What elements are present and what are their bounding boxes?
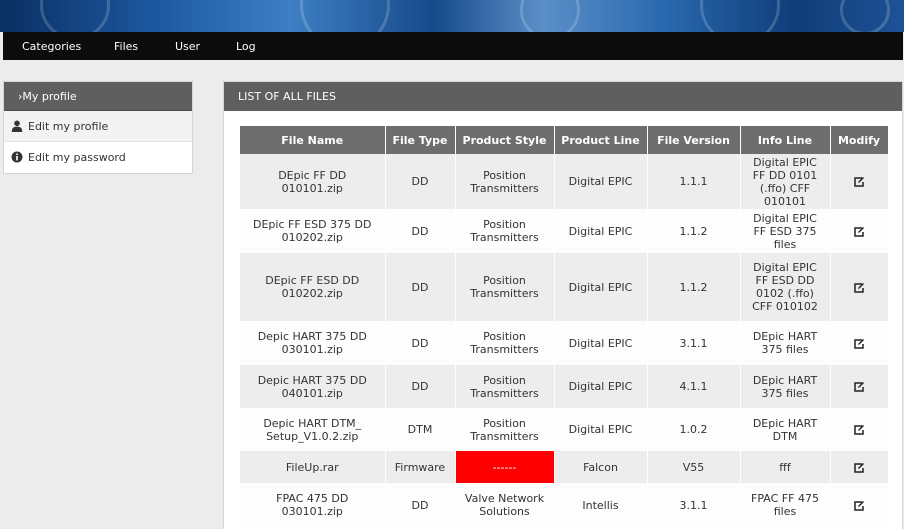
- cell-info-line: DEpic HART DTM: [740, 408, 831, 451]
- sidebar-header: ›My profile: [4, 82, 192, 111]
- table-row: DEpic FF ESD 375 DD 010202.zip DD Positi…: [240, 209, 889, 253]
- column-header-info-line[interactable]: Info Line: [740, 126, 831, 154]
- nav-user[interactable]: User: [175, 32, 200, 60]
- cell-file-name: DEpic FF DD 010101.zip: [240, 154, 386, 209]
- sidebar-item-label: Edit my password: [28, 151, 126, 164]
- edit-icon[interactable]: [853, 462, 865, 474]
- cell-file-type: DD: [385, 253, 456, 321]
- cell-file-name: Depic HART 375 DD 040101.zip: [240, 365, 386, 408]
- cell-file-name: FileUp.rar: [240, 451, 386, 483]
- cell-file-version: 3.1.1: [647, 321, 741, 365]
- edit-icon[interactable]: [853, 338, 865, 350]
- cell-file-name: DEpic FF ESD DD 010202.zip: [240, 253, 386, 321]
- cell-product-line: Digital EPIC: [554, 321, 648, 365]
- cell-product-line: Intellis: [554, 483, 648, 527]
- cell-modify: [830, 483, 889, 527]
- cell-product-style: Position Transmitters: [455, 209, 555, 253]
- cell-info-line: Digital EPIC FF ESD DD 0102 (.ffo) CFF 0…: [740, 253, 831, 321]
- cell-product-style: Position Transmitters: [455, 154, 555, 209]
- edit-icon[interactable]: [853, 226, 865, 238]
- table-row: Depic HART 375 DD 040101.zip DD Position…: [240, 365, 889, 408]
- cell-file-version: 4.1.1: [647, 365, 741, 408]
- cell-modify: [830, 451, 889, 483]
- top-navbar: Categories Files User Log: [3, 32, 903, 60]
- header-banner: [0, 0, 904, 32]
- cell-product-line: Digital EPIC: [554, 365, 648, 408]
- cell-info-line: DEpic HART 375 files: [740, 321, 831, 365]
- cell-file-name: FPAC 475 DD 030101.zip: [240, 483, 386, 527]
- cell-file-version: 1.1.2: [647, 209, 741, 253]
- cell-product-line: Falcon: [554, 451, 648, 483]
- cell-file-version: V55: [647, 451, 741, 483]
- nav-files[interactable]: Files: [114, 32, 138, 60]
- cell-file-type: DTM: [385, 408, 456, 451]
- cell-file-version: 1.1.2: [647, 253, 741, 321]
- cell-file-type: DD: [385, 321, 456, 365]
- table-row: DEpic FF DD 010101.zip DD Position Trans…: [240, 154, 889, 209]
- cell-file-name: Depic HART 375 DD 030101.zip: [240, 321, 386, 365]
- cell-info-line: DEpic HART 375 files: [740, 365, 831, 408]
- cell-product-line: Digital EPIC: [554, 154, 648, 209]
- table-row: Depic HART DTM_ Setup_V1.0.2.zip DTM Pos…: [240, 408, 889, 451]
- sidebar-item-edit-password[interactable]: Edit my password: [4, 142, 192, 173]
- nav-log[interactable]: Log: [236, 32, 256, 60]
- cell-info-line: FPAC FF 475 files: [740, 483, 831, 527]
- cell-file-type: Firmware: [385, 451, 456, 483]
- table-header-row: File Name File Type Product Style Produc…: [240, 126, 889, 154]
- cell-file-name: DEpic FF ESD 375 DD 010202.zip: [240, 209, 386, 253]
- files-panel: LIST OF ALL FILES File Name File Type Pr…: [223, 81, 903, 529]
- cell-file-type: DD: [385, 154, 456, 209]
- edit-icon[interactable]: [853, 381, 865, 393]
- table-row: Depic HART 375 DD 030101.zip DD Position…: [240, 321, 889, 365]
- sidebar-item-label: Edit my profile: [28, 120, 109, 133]
- cell-info-line: Digital EPIC FF DD 0101 (.ffo) CFF 01010…: [740, 154, 831, 209]
- cell-product-style: Position Transmitters: [455, 408, 555, 451]
- table-row: FileUp.rar Firmware ------ Falcon V55 ff…: [240, 451, 889, 483]
- edit-icon[interactable]: [853, 176, 865, 188]
- cell-info-line: fff: [740, 451, 831, 483]
- column-header-file-name[interactable]: File Name: [240, 126, 386, 154]
- files-table: File Name File Type Product Style Produc…: [240, 126, 889, 527]
- user-icon: [11, 120, 23, 132]
- cell-modify: [830, 321, 889, 365]
- cell-product-line: Digital EPIC: [554, 253, 648, 321]
- cell-product-line: Digital EPIC: [554, 209, 648, 253]
- panel-title: LIST OF ALL FILES: [224, 82, 902, 111]
- cell-modify: [830, 408, 889, 451]
- cell-product-style: ------: [455, 451, 555, 483]
- cell-file-version: 3.1.1: [647, 483, 741, 527]
- cell-modify: [830, 365, 889, 408]
- cell-file-type: DD: [385, 365, 456, 408]
- cell-file-type: DD: [385, 209, 456, 253]
- cell-product-line: Digital EPIC: [554, 408, 648, 451]
- cell-file-version: 1.0.2: [647, 408, 741, 451]
- nav-categories[interactable]: Categories: [22, 32, 81, 60]
- table-row: FPAC 475 DD 030101.zip DD Valve Network …: [240, 483, 889, 527]
- column-header-product-line[interactable]: Product Line: [554, 126, 648, 154]
- column-header-file-type[interactable]: File Type: [385, 126, 456, 154]
- table-row: DEpic FF ESD DD 010202.zip DD Position T…: [240, 253, 889, 321]
- column-header-file-version[interactable]: File Version: [647, 126, 741, 154]
- cell-product-style: Position Transmitters: [455, 365, 555, 408]
- cell-file-type: DD: [385, 483, 456, 527]
- cell-product-style: Position Transmitters: [455, 321, 555, 365]
- cell-modify: [830, 209, 889, 253]
- edit-icon[interactable]: [853, 282, 865, 294]
- edit-icon[interactable]: [853, 500, 865, 512]
- sidebar-item-edit-profile[interactable]: Edit my profile: [4, 111, 192, 142]
- cell-modify: [830, 154, 889, 209]
- cell-modify: [830, 253, 889, 321]
- column-header-modify: Modify: [830, 126, 889, 154]
- edit-icon[interactable]: [853, 424, 865, 436]
- cell-info-line: Digital EPIC FF ESD 375 files: [740, 209, 831, 253]
- cell-product-style: Position Transmitters: [455, 253, 555, 321]
- info-icon: [11, 151, 23, 163]
- cell-file-version: 1.1.1: [647, 154, 741, 209]
- cell-file-name: Depic HART DTM_ Setup_V1.0.2.zip: [240, 408, 386, 451]
- column-header-product-style[interactable]: Product Style: [455, 126, 555, 154]
- cell-product-style: Valve Network Solutions: [455, 483, 555, 527]
- profile-sidebar: ›My profile Edit my profile Edit my pass…: [3, 81, 193, 174]
